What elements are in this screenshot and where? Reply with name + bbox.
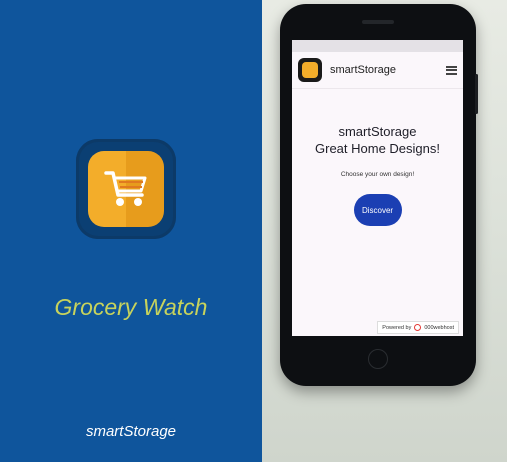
logo-mark: [302, 62, 318, 78]
powered-by-prefix: Powered by: [382, 324, 412, 331]
hero-line-2: Great Home Designs!: [315, 141, 440, 156]
speaker-grille: [362, 20, 394, 24]
shopping-cart-icon: [88, 151, 164, 227]
status-bar: [292, 40, 463, 52]
side-button: [475, 74, 478, 114]
home-button: [368, 349, 388, 369]
hero-title: smartStorage Great Home Designs!: [292, 123, 463, 157]
powered-by-name: 000webhost: [424, 324, 454, 331]
splash-footer: smartStorage: [85, 423, 177, 440]
webhost-logo-icon: [414, 324, 422, 331]
phone-screen: smartStorage smartStorage Great Home Des…: [292, 40, 463, 336]
hero-subtitle: Choose your own design!: [340, 171, 415, 178]
site-header: smartStorage: [292, 52, 463, 89]
site-name[interactable]: smartStorage: [330, 64, 396, 76]
discover-button[interactable]: Discover: [353, 194, 402, 226]
hamburger-menu-icon[interactable]: [446, 65, 457, 75]
phone-photo: smartStorage smartStorage Great Home Des…: [262, 0, 507, 462]
app-title: Grocery Watch: [54, 294, 208, 320]
splash-panel: Grocery Watch smartStorage: [0, 0, 262, 462]
app-icon-frame: [76, 139, 176, 239]
hero-line-1: smartStorage: [338, 124, 417, 139]
phone-device: smartStorage smartStorage Great Home Des…: [280, 4, 478, 386]
powered-by-badge[interactable]: Powered by 000webhost: [377, 321, 459, 334]
site-logo[interactable]: [298, 58, 322, 82]
